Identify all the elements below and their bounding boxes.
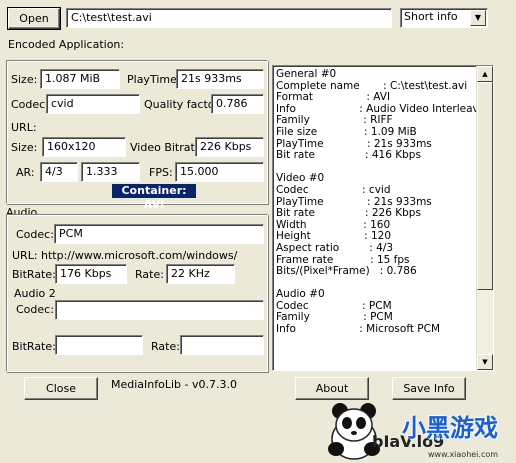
audio-url-text: URL: http://www.microsoft.com/windows/ <box>12 249 238 262</box>
audio2-label: Audio 2 <box>14 287 56 300</box>
watermark-site: www.xiaohei.com <box>428 450 499 459</box>
container-badge: Container: AVI <box>112 184 196 211</box>
info-text: General #0 Complete name : C:\test\test.… <box>276 68 486 336</box>
audio2-codec-field[interactable] <box>55 300 264 320</box>
file-path-field[interactable]: C:\test\test.avi <box>66 8 392 28</box>
scroll-up-button[interactable]: ▲ <box>477 66 493 82</box>
panda-watermark-icon <box>328 403 380 460</box>
url-label: URL: <box>11 121 37 134</box>
audio2-codec-label: Codec: <box>16 303 54 316</box>
audio-codec-field[interactable]: PCM <box>54 224 264 244</box>
view-select[interactable]: Short info ▼ <box>400 8 488 28</box>
video-bitrate-field[interactable]: 226 Kbps <box>195 137 264 157</box>
aspect-ratio-decimal-field[interactable]: 1.333 <box>81 162 140 182</box>
view-select-value: Short info <box>404 10 458 23</box>
fps-label: FPS: <box>149 166 173 179</box>
audio2-rate-label: Rate: <box>151 340 180 353</box>
chevron-down-icon[interactable]: ▼ <box>470 10 486 26</box>
audio2-rate-field[interactable] <box>180 335 264 355</box>
quality-factor-field[interactable]: 0.786 <box>211 94 264 114</box>
playtime-label: PlayTime: <box>127 73 181 86</box>
audio-rate-label: Rate: <box>135 268 164 281</box>
open-button[interactable]: Open <box>7 7 61 30</box>
codec-label: Codec: <box>11 98 49 111</box>
close-button[interactable]: Close <box>24 377 98 400</box>
vertical-scrollbar[interactable]: ▲ ▼ <box>476 66 493 370</box>
playtime-field[interactable]: 21s 933ms <box>176 69 264 89</box>
size-label: Size: <box>11 73 38 86</box>
audio-bitrate-label: BitRate: <box>12 268 56 281</box>
encoded-application-label: Encoded Application: <box>8 38 125 51</box>
dimensions-label: Size: <box>11 141 38 154</box>
scroll-down-button[interactable]: ▼ <box>477 354 493 370</box>
audio-rate-field[interactable]: 22 KHz <box>166 264 235 284</box>
save-info-button[interactable]: Save Info <box>392 377 466 400</box>
audio-codec-label: Codec: <box>16 228 54 241</box>
scroll-thumb[interactable] <box>477 82 493 290</box>
video-bitrate-label: Video Bitrate: <box>130 141 206 154</box>
audio2-bitrate-label: BitRate: <box>12 340 56 353</box>
audio2-bitrate-field[interactable] <box>55 335 143 355</box>
info-text-area[interactable]: General #0 Complete name : C:\test\test.… <box>272 65 494 371</box>
audio-bitrate-field[interactable]: 176 Kbps <box>55 264 127 284</box>
codec-field[interactable]: cvid <box>46 94 140 114</box>
dimensions-field[interactable]: 160x120 <box>42 137 126 157</box>
xiaohei-logo-icon: 小黑游戏 <box>402 414 498 442</box>
size-field[interactable]: 1.087 MiB <box>40 69 120 89</box>
fps-field[interactable]: 15.000 <box>175 162 264 182</box>
aspect-ratio-label: AR: <box>16 166 35 179</box>
aspect-ratio-field[interactable]: 4/3 <box>40 162 78 182</box>
version-text: MediaInfoLib - v0.7.3.0 <box>111 378 237 391</box>
